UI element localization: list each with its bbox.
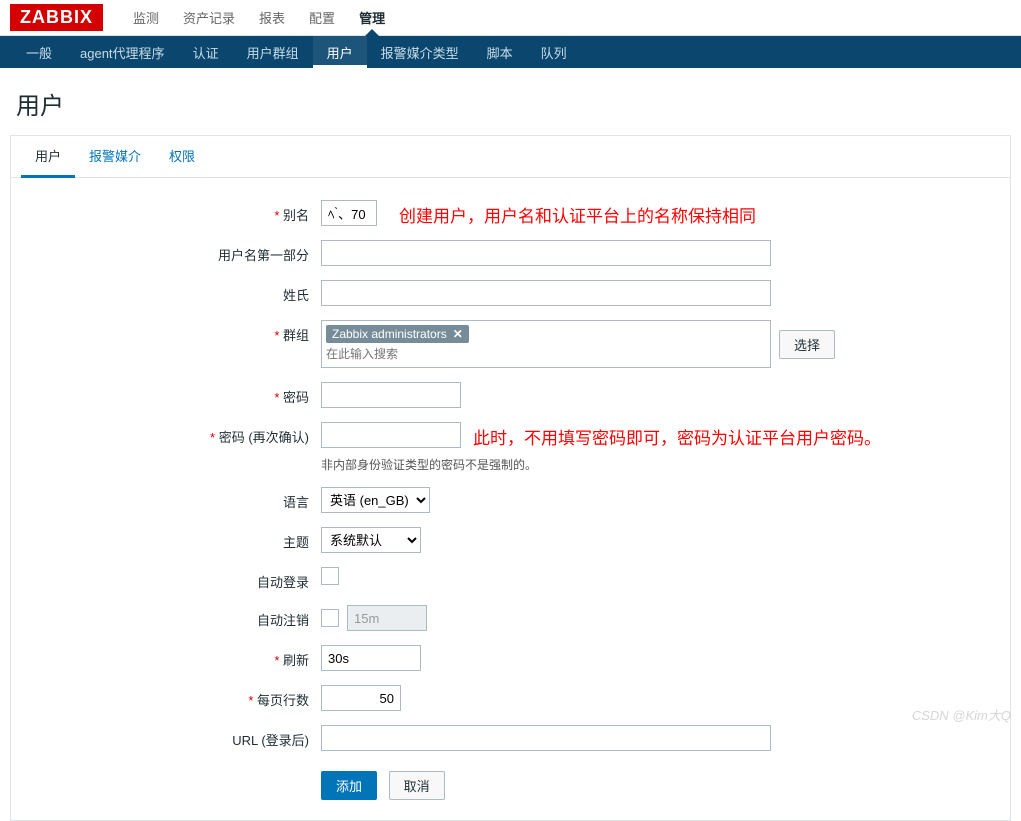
row-autologin: 自动登录 (21, 567, 1000, 591)
actions: 添加 取消 (321, 765, 1000, 800)
subnav: 一般 agent代理程序 认证 用户群组 用户 报警媒介类型 脚本 队列 (0, 36, 1021, 68)
subnav-scripts[interactable]: 脚本 (473, 36, 527, 68)
topnav: 监测 资产记录 报表 配置 管理 (121, 0, 397, 35)
autologout-checkbox[interactable] (321, 609, 339, 627)
topnav-inventory[interactable]: 资产记录 (171, 0, 247, 35)
language-select[interactable]: 英语 (en_GB) (321, 487, 430, 513)
label-autologout: 自动注销 (21, 605, 321, 629)
topnav-admin[interactable]: 管理 (347, 0, 397, 35)
topnav-config[interactable]: 配置 (297, 0, 347, 35)
select-groups-button[interactable]: 选择 (779, 330, 835, 359)
label-surname: 姓氏 (21, 280, 321, 304)
annotation-password: 此时，不用填写密码即可，密码为认证平台用户密码。 (473, 424, 881, 449)
label-autologin: 自动登录 (21, 567, 321, 591)
tab-permissions[interactable]: 权限 (155, 136, 209, 178)
label-groups: 群组 (21, 320, 321, 344)
password-input[interactable] (321, 382, 461, 408)
label-refresh: 刷新 (21, 645, 321, 669)
label-url: URL (登录后) (21, 725, 321, 749)
topnav-reports[interactable]: 报表 (247, 0, 297, 35)
refresh-input[interactable] (321, 645, 421, 671)
subnav-users[interactable]: 用户 (313, 36, 367, 68)
tab-user[interactable]: 用户 (21, 136, 75, 178)
watermark: CSDN @Kim大Q (912, 705, 1011, 724)
row-language: 语言 英语 (en_GB) (21, 487, 1000, 513)
page: 用户 用户 报警媒介 权限 别名 创建用户，用户名和认证平台上的名称保持相同 用… (0, 68, 1021, 821)
add-button[interactable]: 添加 (321, 771, 377, 800)
topbar: ZABBIX 监测 资产记录 报表 配置 管理 (0, 0, 1021, 36)
url-input[interactable] (321, 725, 771, 751)
subnav-usergroups[interactable]: 用户群组 (233, 36, 313, 68)
groups-multiselect[interactable]: Zabbix administrators✕ (321, 320, 771, 368)
label-password: 密码 (21, 382, 321, 406)
groups-search-input[interactable] (326, 347, 766, 361)
row-url: URL (登录后) (21, 725, 1000, 751)
row-theme: 主题 系统默认 (21, 527, 1000, 553)
panel: 用户 报警媒介 权限 别名 创建用户，用户名和认证平台上的名称保持相同 用户名第… (10, 135, 1011, 821)
row-surname: 姓氏 (21, 280, 1000, 306)
surname-input[interactable] (321, 280, 771, 306)
row-alias: 别名 创建用户，用户名和认证平台上的名称保持相同 (21, 200, 1000, 226)
label-alias: 别名 (21, 200, 321, 224)
subnav-general[interactable]: 一般 (12, 36, 66, 68)
subnav-auth[interactable]: 认证 (179, 36, 233, 68)
form: 别名 创建用户，用户名和认证平台上的名称保持相同 用户名第一部分 姓氏 群组 Z… (11, 178, 1010, 820)
label-password-confirm: 密码 (再次确认) (21, 422, 321, 446)
remove-tag-icon[interactable]: ✕ (453, 327, 463, 341)
group-tag[interactable]: Zabbix administrators✕ (326, 325, 469, 343)
label-theme: 主题 (21, 527, 321, 551)
row-password-confirm: 密码 (再次确认) 此时，不用填写密码即可，密码为认证平台用户密码。 (21, 422, 1000, 448)
subnav-mediatypes[interactable]: 报警媒介类型 (367, 36, 473, 68)
row-firstname: 用户名第一部分 (21, 240, 1000, 266)
subnav-queue[interactable]: 队列 (527, 36, 581, 68)
page-title: 用户 (16, 86, 1011, 121)
theme-select[interactable]: 系统默认 (321, 527, 421, 553)
tab-media[interactable]: 报警媒介 (75, 136, 155, 178)
label-language: 语言 (21, 487, 321, 511)
rowsperpage-input[interactable] (321, 685, 401, 711)
autologout-input (347, 605, 427, 631)
tabs: 用户 报警媒介 权限 (11, 136, 1010, 178)
autologin-checkbox[interactable] (321, 567, 339, 585)
firstname-input[interactable] (321, 240, 771, 266)
row-groups: 群组 Zabbix administrators✕ 选择 (21, 320, 1000, 368)
row-password: 密码 (21, 382, 1000, 408)
row-rowsperpage: 每页行数 (21, 685, 1000, 711)
row-refresh: 刷新 (21, 645, 1000, 671)
label-firstname: 用户名第一部分 (21, 240, 321, 264)
password-hint: 非内部身份验证类型的密码不是强制的。 (321, 456, 1000, 473)
topnav-monitor[interactable]: 监测 (121, 0, 171, 35)
subnav-proxies[interactable]: agent代理程序 (66, 36, 179, 68)
row-autologout: 自动注销 (21, 605, 1000, 631)
logo[interactable]: ZABBIX (10, 4, 103, 31)
alias-input[interactable] (321, 200, 377, 226)
annotation-username: 创建用户，用户名和认证平台上的名称保持相同 (399, 202, 756, 227)
password-confirm-input[interactable] (321, 422, 461, 448)
cancel-button[interactable]: 取消 (389, 771, 445, 800)
label-rowsperpage: 每页行数 (21, 685, 321, 709)
